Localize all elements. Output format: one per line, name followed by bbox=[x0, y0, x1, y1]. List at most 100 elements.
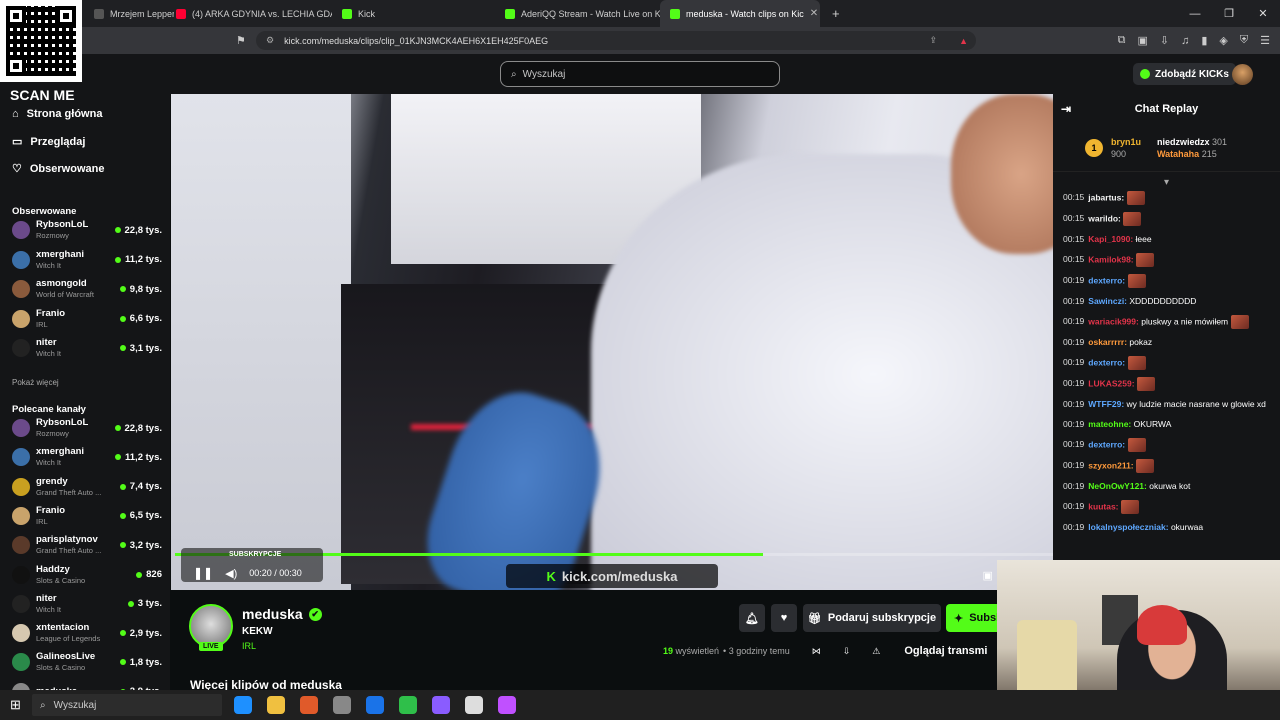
chat-username[interactable]: dexterro: bbox=[1088, 357, 1125, 367]
chat-username[interactable]: dexterro: bbox=[1088, 275, 1125, 285]
site-info-icon[interactable]: ⚙ bbox=[266, 35, 274, 46]
browser-tab[interactable]: Mrzejem Lepperem! (i bbox=[84, 0, 174, 27]
taskbar-app-icon[interactable] bbox=[234, 696, 252, 714]
music-icon[interactable]: ♫ bbox=[1181, 35, 1189, 47]
menu-icon[interactable]: ☰ bbox=[1260, 34, 1270, 47]
notifications-button[interactable]: 🔔︎ bbox=[739, 604, 765, 632]
taskbar-app-icon[interactable] bbox=[300, 696, 318, 714]
browser-tab[interactable]: Kick bbox=[332, 0, 492, 27]
download-icon[interactable]: ⇩ bbox=[1160, 34, 1169, 47]
kick-icon bbox=[342, 8, 352, 19]
pause-icon[interactable]: ❚❚ bbox=[193, 566, 213, 580]
sidebar-toggle-icon[interactable]: ▮ bbox=[1201, 34, 1207, 47]
chat-username[interactable]: mateohne: bbox=[1088, 419, 1131, 429]
browser-tab[interactable]: (4) ARKA GDYNIA vs. LECHIA GDAŃS bbox=[166, 0, 332, 27]
sidebar-channel[interactable]: grendy Grand Theft Auto ... 7,4 tys. bbox=[12, 473, 162, 501]
close-window-button[interactable]: ✕ bbox=[1246, 0, 1280, 27]
taskbar-app-icon[interactable] bbox=[333, 696, 351, 714]
vpn-icon[interactable]: ⛨ bbox=[1240, 34, 1248, 47]
channel-name[interactable]: meduska ✔ bbox=[242, 606, 322, 622]
collapse-chat-icon[interactable]: ⇥ bbox=[1061, 102, 1071, 116]
message-text: okurwa kot bbox=[1146, 481, 1191, 491]
bookmark-icon[interactable]: ⚑ bbox=[236, 34, 246, 47]
new-tab-button[interactable]: + bbox=[822, 0, 846, 27]
extensions-icon[interactable]: ⧉ bbox=[1118, 34, 1126, 47]
chat-username[interactable]: warildo: bbox=[1088, 213, 1121, 223]
sidebar-item-home[interactable]: ⌂ Strona główna bbox=[12, 108, 102, 120]
sidebar-item-browse[interactable]: ▭ Przeglądaj bbox=[12, 135, 85, 149]
sidebar-channel[interactable]: meduska2,9 tys. bbox=[12, 678, 162, 690]
chat-username[interactable]: jabartus: bbox=[1088, 192, 1124, 202]
share-icon[interactable]: ⇪ bbox=[930, 35, 938, 46]
chat-username[interactable]: Sawinczi: bbox=[1088, 296, 1127, 306]
channel-watermark: Kkick.com/meduska bbox=[506, 564, 718, 588]
get-kicks-button[interactable]: Zdobądź KICKs bbox=[1133, 63, 1236, 85]
chat-message: 00:19 kuutas: bbox=[1063, 500, 1270, 514]
minimize-button[interactable]: — bbox=[1178, 0, 1212, 27]
gift-subs-button[interactable]: 🎁︎ Podaruj subskrypcje bbox=[803, 604, 941, 632]
channel-avatar bbox=[12, 653, 30, 672]
taskbar-app-icon[interactable] bbox=[399, 696, 417, 714]
sidebar-channel[interactable]: parisplatynov Grand Theft Auto ... 3,2 tys… bbox=[12, 531, 162, 559]
screenshot-icon[interactable]: ▣ bbox=[1137, 34, 1147, 47]
report-icon[interactable]: ⚠ bbox=[872, 646, 880, 657]
message-text: OKURWA bbox=[1131, 419, 1172, 429]
scroll-down-icon[interactable]: ▾ bbox=[1063, 176, 1270, 189]
sidebar-channel[interactable]: RybsonLoL Rozmowy 22,8 tys. bbox=[12, 414, 162, 442]
taskbar-app-icon[interactable] bbox=[267, 696, 285, 714]
taskbar-search[interactable]: ⌕ Wyszukaj bbox=[32, 694, 222, 716]
taskbar-app-icon[interactable] bbox=[498, 696, 516, 714]
chat-username[interactable]: kuutas: bbox=[1088, 501, 1118, 511]
show-more-link[interactable]: Pokaż więcej bbox=[12, 378, 59, 387]
volume-icon[interactable]: ◀) bbox=[225, 567, 237, 580]
sidebar-channel[interactable]: niter Witch It 3,1 tys. bbox=[12, 334, 162, 362]
video-time: 00:20 / 00:30 bbox=[249, 568, 302, 578]
miniplayer-icon[interactable]: ▣ bbox=[982, 569, 992, 582]
maximize-button[interactable]: ❐ bbox=[1212, 0, 1246, 27]
follow-button[interactable]: ♥ bbox=[771, 604, 797, 632]
chat-username[interactable]: oskarrrrr: bbox=[1088, 337, 1127, 347]
sidebar-channel[interactable]: RybsonLoL Rozmowy 22,8 tys. bbox=[12, 216, 162, 244]
chat-username[interactable]: szyxon211: bbox=[1088, 460, 1133, 470]
browser-tab[interactable]: AderiQQ Stream - Watch Live on Kick bbox=[495, 0, 660, 27]
sidebar-channel[interactable]: xntentacion League of Legends 2,9 tys. bbox=[12, 619, 162, 647]
chat-username[interactable]: WTFF29: bbox=[1088, 399, 1124, 409]
taskbar-app-icon[interactable] bbox=[465, 696, 483, 714]
sidebar-channel[interactable]: Haddzy Slots & Casino 826 bbox=[12, 561, 162, 589]
taskbar-app-icon[interactable] bbox=[366, 696, 384, 714]
brave-shield-icon[interactable]: ▲ bbox=[959, 36, 968, 46]
wallet-icon[interactable]: ◈ bbox=[1219, 34, 1227, 47]
clip-age: • 3 godziny temu bbox=[723, 646, 790, 656]
emote-icon bbox=[1136, 459, 1155, 473]
close-tab-icon[interactable]: ✕ bbox=[810, 8, 818, 19]
kick-icon bbox=[505, 8, 515, 19]
clip-category[interactable]: IRL bbox=[242, 641, 256, 651]
channel-avatar bbox=[12, 419, 30, 437]
sidebar-channel[interactable]: GalineosLive Slots & Casino 1,8 tys. bbox=[12, 648, 162, 676]
search-input[interactable]: ⌕ Wyszukaj bbox=[500, 61, 780, 87]
windows-start-icon[interactable]: ⊞ bbox=[10, 697, 21, 713]
chat-username[interactable]: Kapi_1090: bbox=[1088, 234, 1133, 244]
sidebar-channel[interactable]: Franio IRL 6,6 tys. bbox=[12, 305, 162, 333]
download-icon[interactable]: ⇩ bbox=[843, 646, 851, 657]
chat-username[interactable]: wariacik999: bbox=[1088, 316, 1139, 326]
user-avatar[interactable] bbox=[1232, 64, 1253, 85]
share-icon[interactable]: ⋈ bbox=[812, 646, 821, 657]
sidebar-channel[interactable]: Franio IRL 6,5 tys. bbox=[12, 502, 162, 530]
sidebar-channel[interactable]: xmerghani Witch It 11,2 tys. bbox=[12, 443, 162, 471]
video-player[interactable]: SUBSKRYPCJE ❚❚ ◀) 00:20 / 00:30 Kkick.co… bbox=[171, 94, 1053, 590]
browser-tab-active[interactable]: meduska - Watch clips on Kic ✕ bbox=[660, 0, 820, 27]
chat-username[interactable]: NeOnOwY121: bbox=[1088, 481, 1147, 491]
sidebar-channel[interactable]: niter Witch It 3 tys. bbox=[12, 590, 162, 618]
watch-stream-button[interactable]: Oglądaj transmi bbox=[904, 645, 987, 657]
chat-username[interactable]: lokalnyspołeczniak: bbox=[1088, 522, 1168, 532]
taskbar-app-icon[interactable] bbox=[432, 696, 450, 714]
chat-username[interactable]: Kamilok98: bbox=[1088, 254, 1133, 264]
address-bar[interactable]: ⚙ kick.com/meduska/clips/clip_01KJN3MCK4… bbox=[256, 31, 976, 50]
sidebar-channel[interactable]: xmerghani Witch It 11,2 tys. bbox=[12, 246, 162, 274]
chat-username[interactable]: LUKAS259: bbox=[1088, 378, 1134, 388]
sidebar-item-following[interactable]: ♡ Obserwowane bbox=[12, 162, 104, 176]
chat-username[interactable]: dexterro: bbox=[1088, 439, 1125, 449]
emote-icon bbox=[1230, 315, 1249, 329]
sidebar-channel[interactable]: asmongold World of Warcraft 9,8 tys. bbox=[12, 275, 162, 303]
